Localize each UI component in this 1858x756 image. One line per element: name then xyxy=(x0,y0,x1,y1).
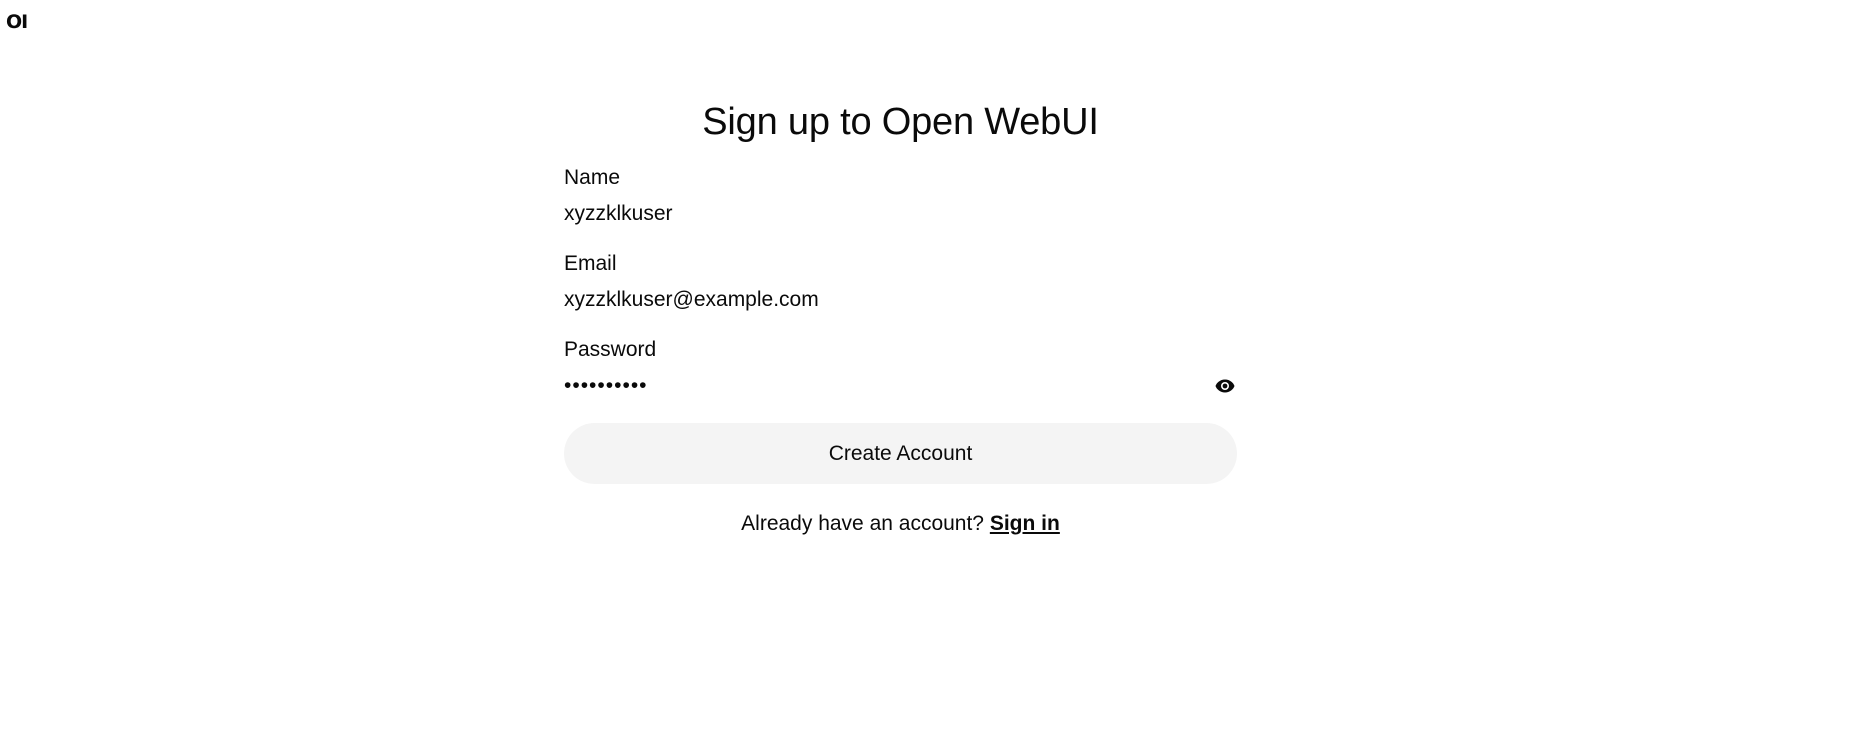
name-label: Name xyxy=(564,166,621,189)
email-field-group: Email xyxy=(564,251,1237,313)
signin-prompt: Already have an account? Sign in xyxy=(564,511,1237,537)
name-field-group: Name xyxy=(564,165,1237,227)
signin-prompt-text: Already have an account? xyxy=(741,512,984,535)
page-title: Sign up to Open WebUI xyxy=(702,101,1099,143)
name-input[interactable] xyxy=(564,201,1237,227)
password-input[interactable] xyxy=(564,373,1197,399)
eye-icon[interactable] xyxy=(1213,375,1237,397)
password-field-group: Password xyxy=(564,337,1237,399)
email-label: Email xyxy=(564,252,617,275)
sign-in-link[interactable]: Sign in xyxy=(990,512,1060,535)
email-input[interactable] xyxy=(564,287,1237,313)
app-logo: OI xyxy=(6,11,28,33)
signup-form: Sign up to Open WebUI Name Email Passwor… xyxy=(564,94,1237,537)
password-label: Password xyxy=(564,338,657,361)
password-row xyxy=(564,373,1237,399)
create-account-button[interactable]: Create Account xyxy=(564,423,1237,484)
